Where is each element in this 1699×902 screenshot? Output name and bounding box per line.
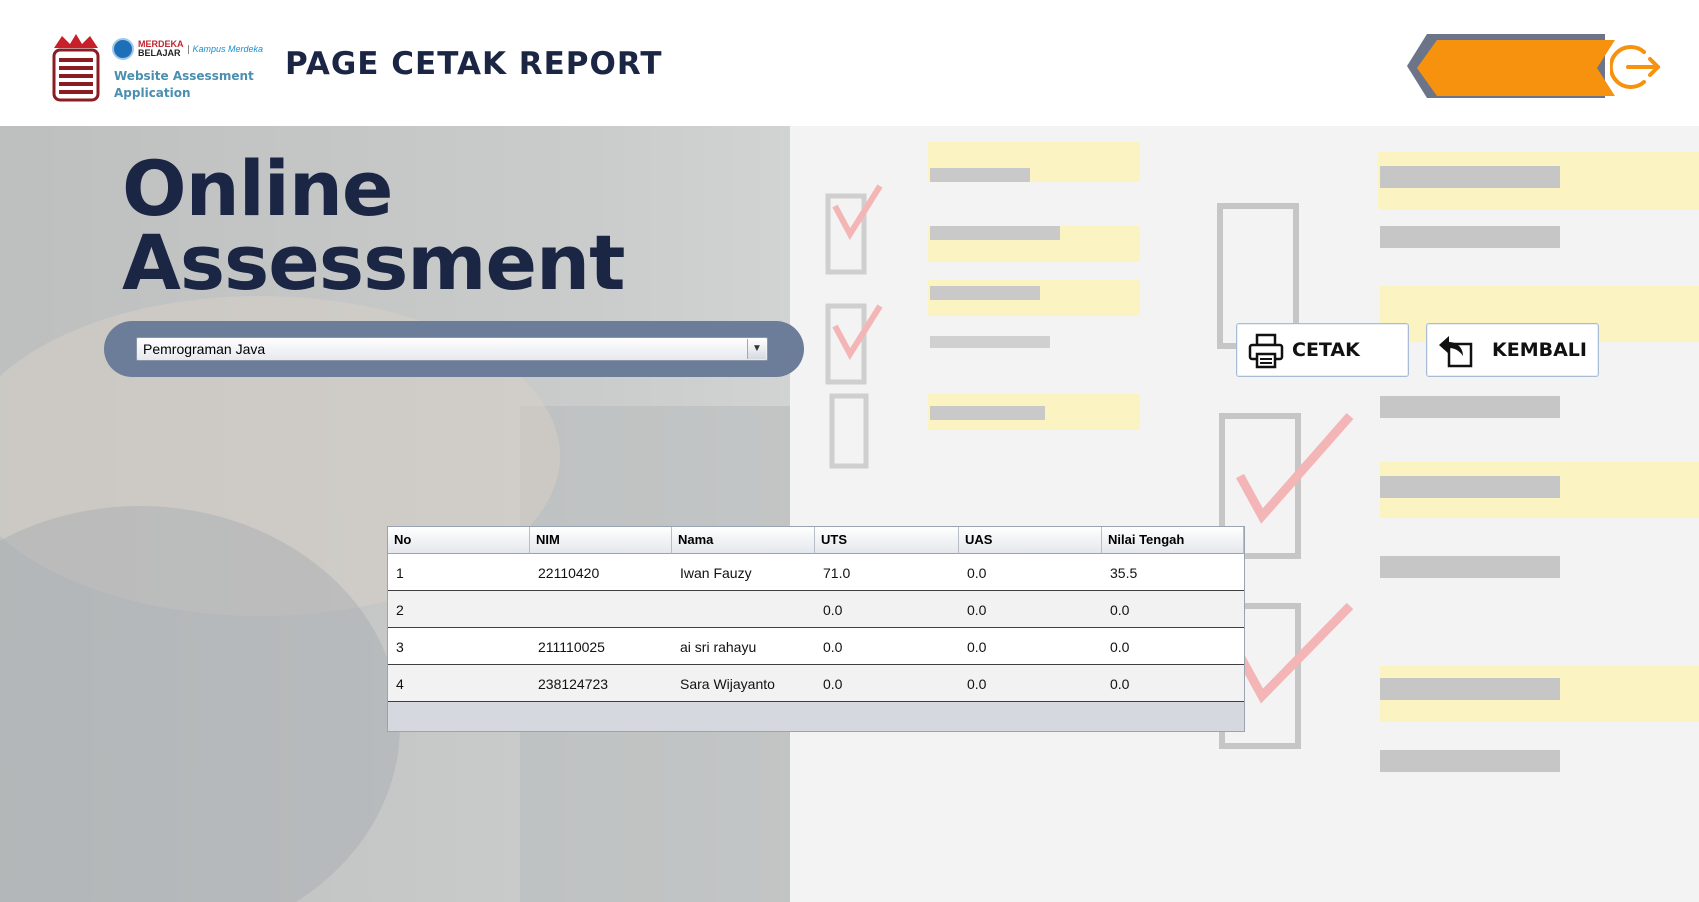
cell-nama: Iwan Fauzy [680,565,752,581]
back-arrow-icon [1439,336,1473,368]
logout-arrow-icon[interactable] [1610,40,1664,94]
cell-nim [530,591,672,627]
cell-uas: 0.0 [967,639,987,655]
cell-no: 1 [396,565,404,581]
cell-nama: Sara Wijayanto [680,676,775,692]
cell-uas: 0.0 [967,602,987,618]
logout-banner [1407,34,1615,98]
column-header-nilai-tengah[interactable]: Nilai Tengah [1102,527,1244,554]
cell-nilai-tengah: 0.0 [1110,602,1130,618]
cell-uas: 0.0 [967,676,987,692]
back-button[interactable]: KEMBALI [1426,323,1599,377]
cell-no: 2 [396,602,404,618]
chevron-down-icon[interactable]: ▼ [747,339,766,359]
cell-nim: 211110025 [538,639,605,655]
column-header-no[interactable]: No [388,527,530,554]
cell-nim: 238124723 [538,676,609,692]
kampus-merdeka-text: Kampus Merdeka [187,44,263,54]
top-header: MERDEKA BELAJAR Kampus Merdeka Website A… [0,0,1699,126]
cell-no: 3 [396,639,404,655]
cell-uas: 0.0 [967,565,987,581]
cell-uts: 71.0 [823,565,851,581]
app-name: Website Assessment Application [114,69,254,100]
table-row[interactable]: 3 211110025 ai sri rahayu 0.0 0.0 0.0 [388,628,1244,665]
badge-belajar-text: BELAJAR [138,48,181,58]
course-dropdown[interactable]: Pemrograman Java ▼ [136,337,768,361]
course-dropdown-value: Pemrograman Java [143,341,266,357]
print-button[interactable]: CETAK [1236,323,1409,377]
cell-nilai-tengah: 0.0 [1110,676,1130,692]
merdeka-belajar-logo: MERDEKA BELAJAR Kampus Merdeka [112,36,263,62]
cell-uts: 0.0 [823,602,843,618]
cell-nama: ai sri rahayu [680,639,757,655]
cell-uts: 0.0 [823,676,843,692]
cell-uts: 0.0 [823,639,843,655]
column-header-nama[interactable]: Nama [672,527,815,554]
table-row[interactable]: 4 238124723 Sara Wijayanto 0.0 0.0 0.0 [388,665,1244,702]
cell-nim: 22110420 [538,565,600,581]
hero-title-line-1: Online [122,144,393,233]
tut-wuri-handayani-icon [112,38,134,60]
course-select-bar: Pemrograman Java ▼ [104,321,804,377]
cell-nilai-tengah: 0.0 [1110,639,1130,655]
cell-nilai-tengah: 35.5 [1110,565,1138,581]
cell-nama [672,591,815,627]
report-table[interactable]: No NIM Nama UTS UAS Nilai Tengah 1 22110… [387,526,1245,732]
cell-no: 4 [396,676,404,692]
print-button-label: CETAK [1292,339,1360,361]
column-header-nim[interactable]: NIM [530,527,672,554]
printer-icon [1248,333,1284,369]
table-row[interactable]: 2 0.0 0.0 0.0 [388,591,1244,628]
column-header-uts[interactable]: UTS [815,527,959,554]
table-row[interactable]: 1 22110420 Iwan Fauzy 71.0 0.0 35.5 [388,554,1244,591]
university-logo-icon [52,34,100,102]
back-button-label: KEMBALI [1492,339,1587,361]
hero-title: Online Assessment [122,144,625,307]
table-header: No NIM Nama UTS UAS Nilai Tengah [388,527,1244,554]
page-title: PAGE CETAK REPORT [285,46,663,82]
hero-title-line-2: Assessment [122,218,625,307]
logout-area [1405,32,1670,102]
column-header-uas[interactable]: UAS [959,527,1102,554]
